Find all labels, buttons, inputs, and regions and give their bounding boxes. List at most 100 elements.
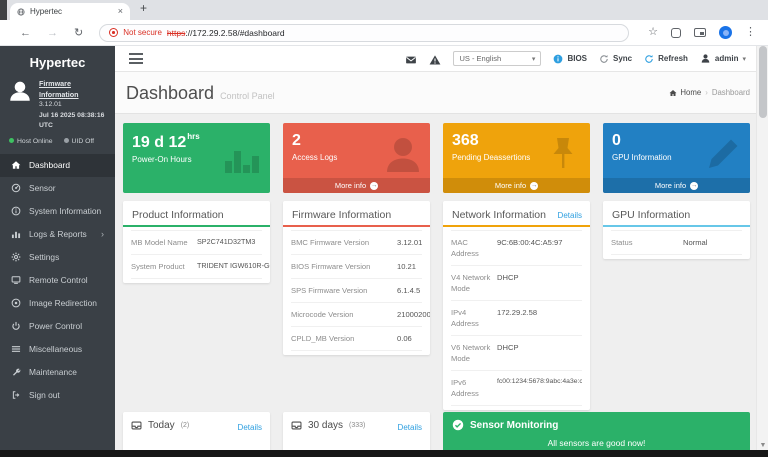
scroll-down-arrow-icon[interactable]: ▼ (757, 442, 768, 449)
profile-avatar[interactable] (719, 26, 732, 39)
breadcrumb: Home › Dashboard (669, 88, 750, 97)
table-row: MAC Address9C:6B:00:4C:A5:97 (451, 230, 582, 266)
table-row: V4 Network ModeDHCP (451, 266, 582, 301)
today-details-link[interactable]: Details (238, 423, 262, 432)
table-row: SPS Firmware Version6.1.4.5 (291, 279, 422, 303)
host-status-indicator[interactable]: Host Online (9, 138, 53, 145)
browser-actions: ☆ ⋮ (648, 26, 756, 39)
breadcrumb-current: Dashboard (712, 88, 750, 97)
page-subtitle: Control Panel (220, 91, 275, 101)
security-chip[interactable]: Not secure (123, 28, 162, 37)
sidebar-item-dashboard[interactable]: Dashboard (0, 154, 115, 177)
inbox-icon (291, 420, 302, 431)
bookmark-star-icon[interactable]: ☆ (648, 27, 658, 38)
sidebar-item-settings[interactable]: Settings (0, 246, 115, 269)
hamburger-menu-icon[interactable] (129, 53, 143, 64)
brand-logo: Hypertec (0, 46, 115, 75)
tab-close-icon[interactable]: × (118, 7, 123, 16)
alerts-warning-icon[interactable] (429, 53, 441, 65)
extensions-icon[interactable] (671, 28, 681, 38)
more-info-link[interactable]: More info→ (603, 178, 750, 193)
gauge-icon (11, 183, 21, 193)
thirty-days-events-card: 30 days (333) Details (283, 412, 430, 452)
refresh-button[interactable]: Refresh (644, 54, 688, 64)
wrench-icon (11, 367, 21, 377)
tab-title: Hypertec (30, 7, 113, 16)
sidebar-item-system-information[interactable]: System Information (0, 200, 115, 223)
page-heading: Dashboard Control Panel Home › Dashboard (115, 72, 756, 114)
thirty-days-details-link[interactable]: Details (398, 423, 422, 432)
user-block: Firmware Information 3.12.01 Jul 16 2025… (0, 75, 115, 136)
sensor-monitoring-title: Sensor Monitoring (470, 420, 558, 431)
stat-card-access-logs: 2 Access Logs More info→ (283, 123, 430, 193)
user-avatar-icon (7, 78, 33, 104)
browser-tab[interactable]: Hypertec × (10, 3, 130, 20)
more-info-link[interactable]: More info→ (443, 178, 590, 193)
table-row: StatusNormal (611, 230, 742, 255)
today-label: Today (148, 420, 175, 431)
network-details-link[interactable]: Details (558, 211, 582, 220)
window-corner (0, 0, 7, 20)
table-row: Microcode Version21000200 (291, 303, 422, 327)
sidebar-item-image-redirection[interactable]: Image Redirection (0, 292, 115, 315)
info-icon (11, 206, 21, 216)
today-events-card: Today (2) Details (123, 412, 270, 452)
back-icon[interactable]: ← (20, 27, 31, 39)
arrow-right-icon: → (530, 182, 538, 190)
main-area: US - English ▾ BIOS Sync Refresh (115, 46, 756, 457)
sync-button[interactable]: Sync (599, 54, 632, 64)
app-header: US - English ▾ BIOS Sync Refresh (115, 46, 756, 72)
power-icon (11, 321, 21, 331)
browser-tab-strip: Hypertec × + (0, 0, 768, 20)
arrow-right-icon: → (370, 182, 378, 190)
menu-kebab-icon[interactable]: ⋮ (745, 27, 756, 38)
sidebar-item-sensor[interactable]: Sensor (0, 177, 115, 200)
notifications-mail-icon[interactable] (405, 53, 417, 65)
new-tab-button[interactable]: + (140, 2, 147, 14)
user-menu[interactable]: admin ▾ (700, 53, 746, 64)
pencil-icon (703, 134, 743, 174)
gpu-information-panel: GPU Information StatusNormal (603, 201, 750, 259)
scrollbar-thumb[interactable] (759, 46, 767, 118)
reload-icon[interactable]: ↻ (74, 26, 83, 39)
not-secure-icon (109, 28, 118, 37)
sidebar-item-sign-out[interactable]: Sign out (0, 384, 115, 407)
firmware-information-link[interactable]: Firmware Information (39, 78, 108, 100)
panel-title: Product Information (132, 209, 224, 221)
list-icon (11, 344, 21, 354)
stat-card-power-on-hours: 19 d 12hrs Power-On Hours (123, 123, 270, 193)
sidebar-item-logs-reports[interactable]: Logs & Reports › (0, 223, 115, 246)
chevron-down-icon: ▾ (532, 55, 536, 63)
sidebar-item-power-control[interactable]: Power Control (0, 315, 115, 338)
url-text[interactable]: https://172.29.2.58/#dashboard (167, 28, 285, 38)
status-row: Host Online UID Off (0, 136, 115, 152)
side-panel-icon[interactable] (694, 28, 706, 37)
sidebar: Hypertec Firmware Information 3.12.01 Ju… (0, 46, 115, 457)
monitor-icon (11, 275, 21, 285)
page-scrollbar[interactable]: ▼ (756, 46, 768, 457)
table-row: IPv6 Addressfc00:1234:5678:9abc:4a3e:c59… (451, 371, 582, 406)
sign-out-icon (11, 390, 21, 400)
sidebar-menu: Dashboard Sensor System Information Logs… (0, 154, 115, 407)
address-bar[interactable]: Not secure https://172.29.2.58/#dashboar… (99, 24, 629, 42)
host-online-dot-icon (9, 138, 14, 143)
dashboard-content: 19 d 12hrs Power-On Hours 2 Access Logs … (115, 116, 756, 457)
bar-chart-icon (223, 139, 263, 179)
breadcrumb-home[interactable]: Home (669, 88, 701, 97)
sensor-monitoring-message: All sensors are good now! (452, 438, 741, 448)
sidebar-item-remote-control[interactable]: Remote Control (0, 269, 115, 292)
uid-status-indicator[interactable]: UID Off (64, 138, 95, 145)
sidebar-item-maintenance[interactable]: Maintenance (0, 361, 115, 384)
table-row: BMC Firmware Version3.12.01 (291, 230, 422, 255)
url-rest: ://172.29.2.58/#dashboard (185, 28, 284, 38)
sidebar-item-miscellaneous[interactable]: Miscellaneous (0, 338, 115, 361)
forward-icon[interactable]: → (47, 27, 58, 39)
bios-button[interactable]: BIOS (553, 54, 587, 64)
table-row: MB Model NameSP2C741D32TM3 (131, 230, 262, 255)
more-info-link[interactable]: More info→ (283, 178, 430, 193)
sync-icon (599, 54, 609, 64)
firmware-information-panel: Firmware Information BMC Firmware Versio… (283, 201, 430, 355)
firmware-date: Jul 16 2025 08:38:16 UTC (39, 112, 104, 130)
panel-title: Network Information (452, 209, 546, 221)
language-select[interactable]: US - English ▾ (453, 51, 541, 66)
